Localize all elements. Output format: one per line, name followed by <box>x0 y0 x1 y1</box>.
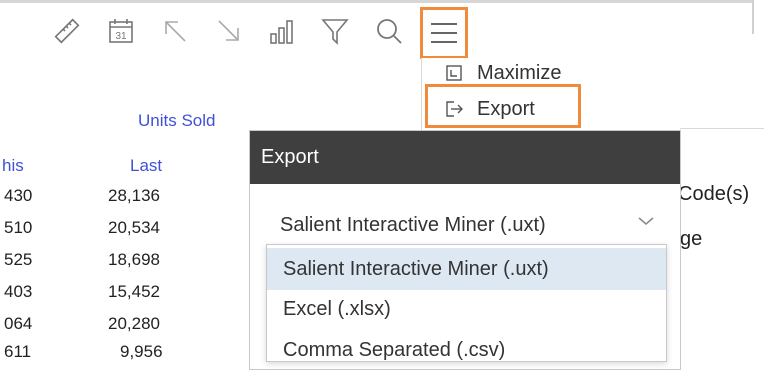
top-divider <box>0 0 752 3</box>
cell-this: 525 <box>4 250 33 269</box>
cell-last: 18,698 <box>108 250 160 269</box>
bar-chart-icon[interactable] <box>264 14 298 48</box>
hamburger-menu-icon[interactable] <box>427 16 461 50</box>
cell-last: 28,136 <box>108 186 160 205</box>
ruler-icon[interactable] <box>50 14 84 48</box>
maximize-icon <box>441 60 467 86</box>
menu-item-export[interactable]: Export <box>441 94 535 124</box>
cell-this: 611 <box>4 342 32 361</box>
format-dropdown-list: Salient Interactive Miner (.uxt) Excel (… <box>266 244 667 362</box>
cell-last: 20,280 <box>108 314 160 333</box>
export-format-select[interactable]: Salient Interactive Miner (.uxt) <box>270 205 665 245</box>
ge-label: ge <box>680 228 703 250</box>
cell-this: 430 <box>4 186 33 205</box>
panel-divider <box>680 128 764 129</box>
calendar-icon[interactable]: 31 <box>104 14 138 48</box>
select-value: Salient Interactive Miner (.uxt) <box>280 213 546 236</box>
export-icon <box>441 96 467 122</box>
search-icon[interactable] <box>372 14 406 48</box>
column-header-this[interactable]: his <box>2 156 24 176</box>
code-label: Code(s) <box>678 183 750 205</box>
cell-last: 9,956 <box>120 342 163 361</box>
dialog-title: Export <box>250 131 680 184</box>
chevron-down-icon <box>636 211 656 237</box>
right-divider <box>752 0 754 34</box>
arrow-down-right-icon[interactable] <box>212 14 246 48</box>
cell-this: 510 <box>4 218 33 237</box>
cell-this: 403 <box>4 282 33 301</box>
cell-this: 064 <box>4 314 33 333</box>
cell-last: 15,452 <box>108 282 160 301</box>
cell-last: 20,534 <box>108 218 160 237</box>
maximize-label: Maximize <box>477 61 562 84</box>
arrow-up-left-icon[interactable] <box>158 14 192 48</box>
option-uxt[interactable]: Salient Interactive Miner (.uxt) <box>267 248 666 290</box>
svg-text:31: 31 <box>115 31 127 42</box>
filter-icon[interactable] <box>318 14 352 48</box>
export-label: Export <box>477 97 535 120</box>
option-csv[interactable]: Comma Separated (.csv) <box>267 329 666 371</box>
units-sold-header: Units Sold <box>138 111 216 130</box>
column-header-last[interactable]: Last <box>130 156 162 176</box>
option-xlsx[interactable]: Excel (.xlsx) <box>267 288 666 330</box>
